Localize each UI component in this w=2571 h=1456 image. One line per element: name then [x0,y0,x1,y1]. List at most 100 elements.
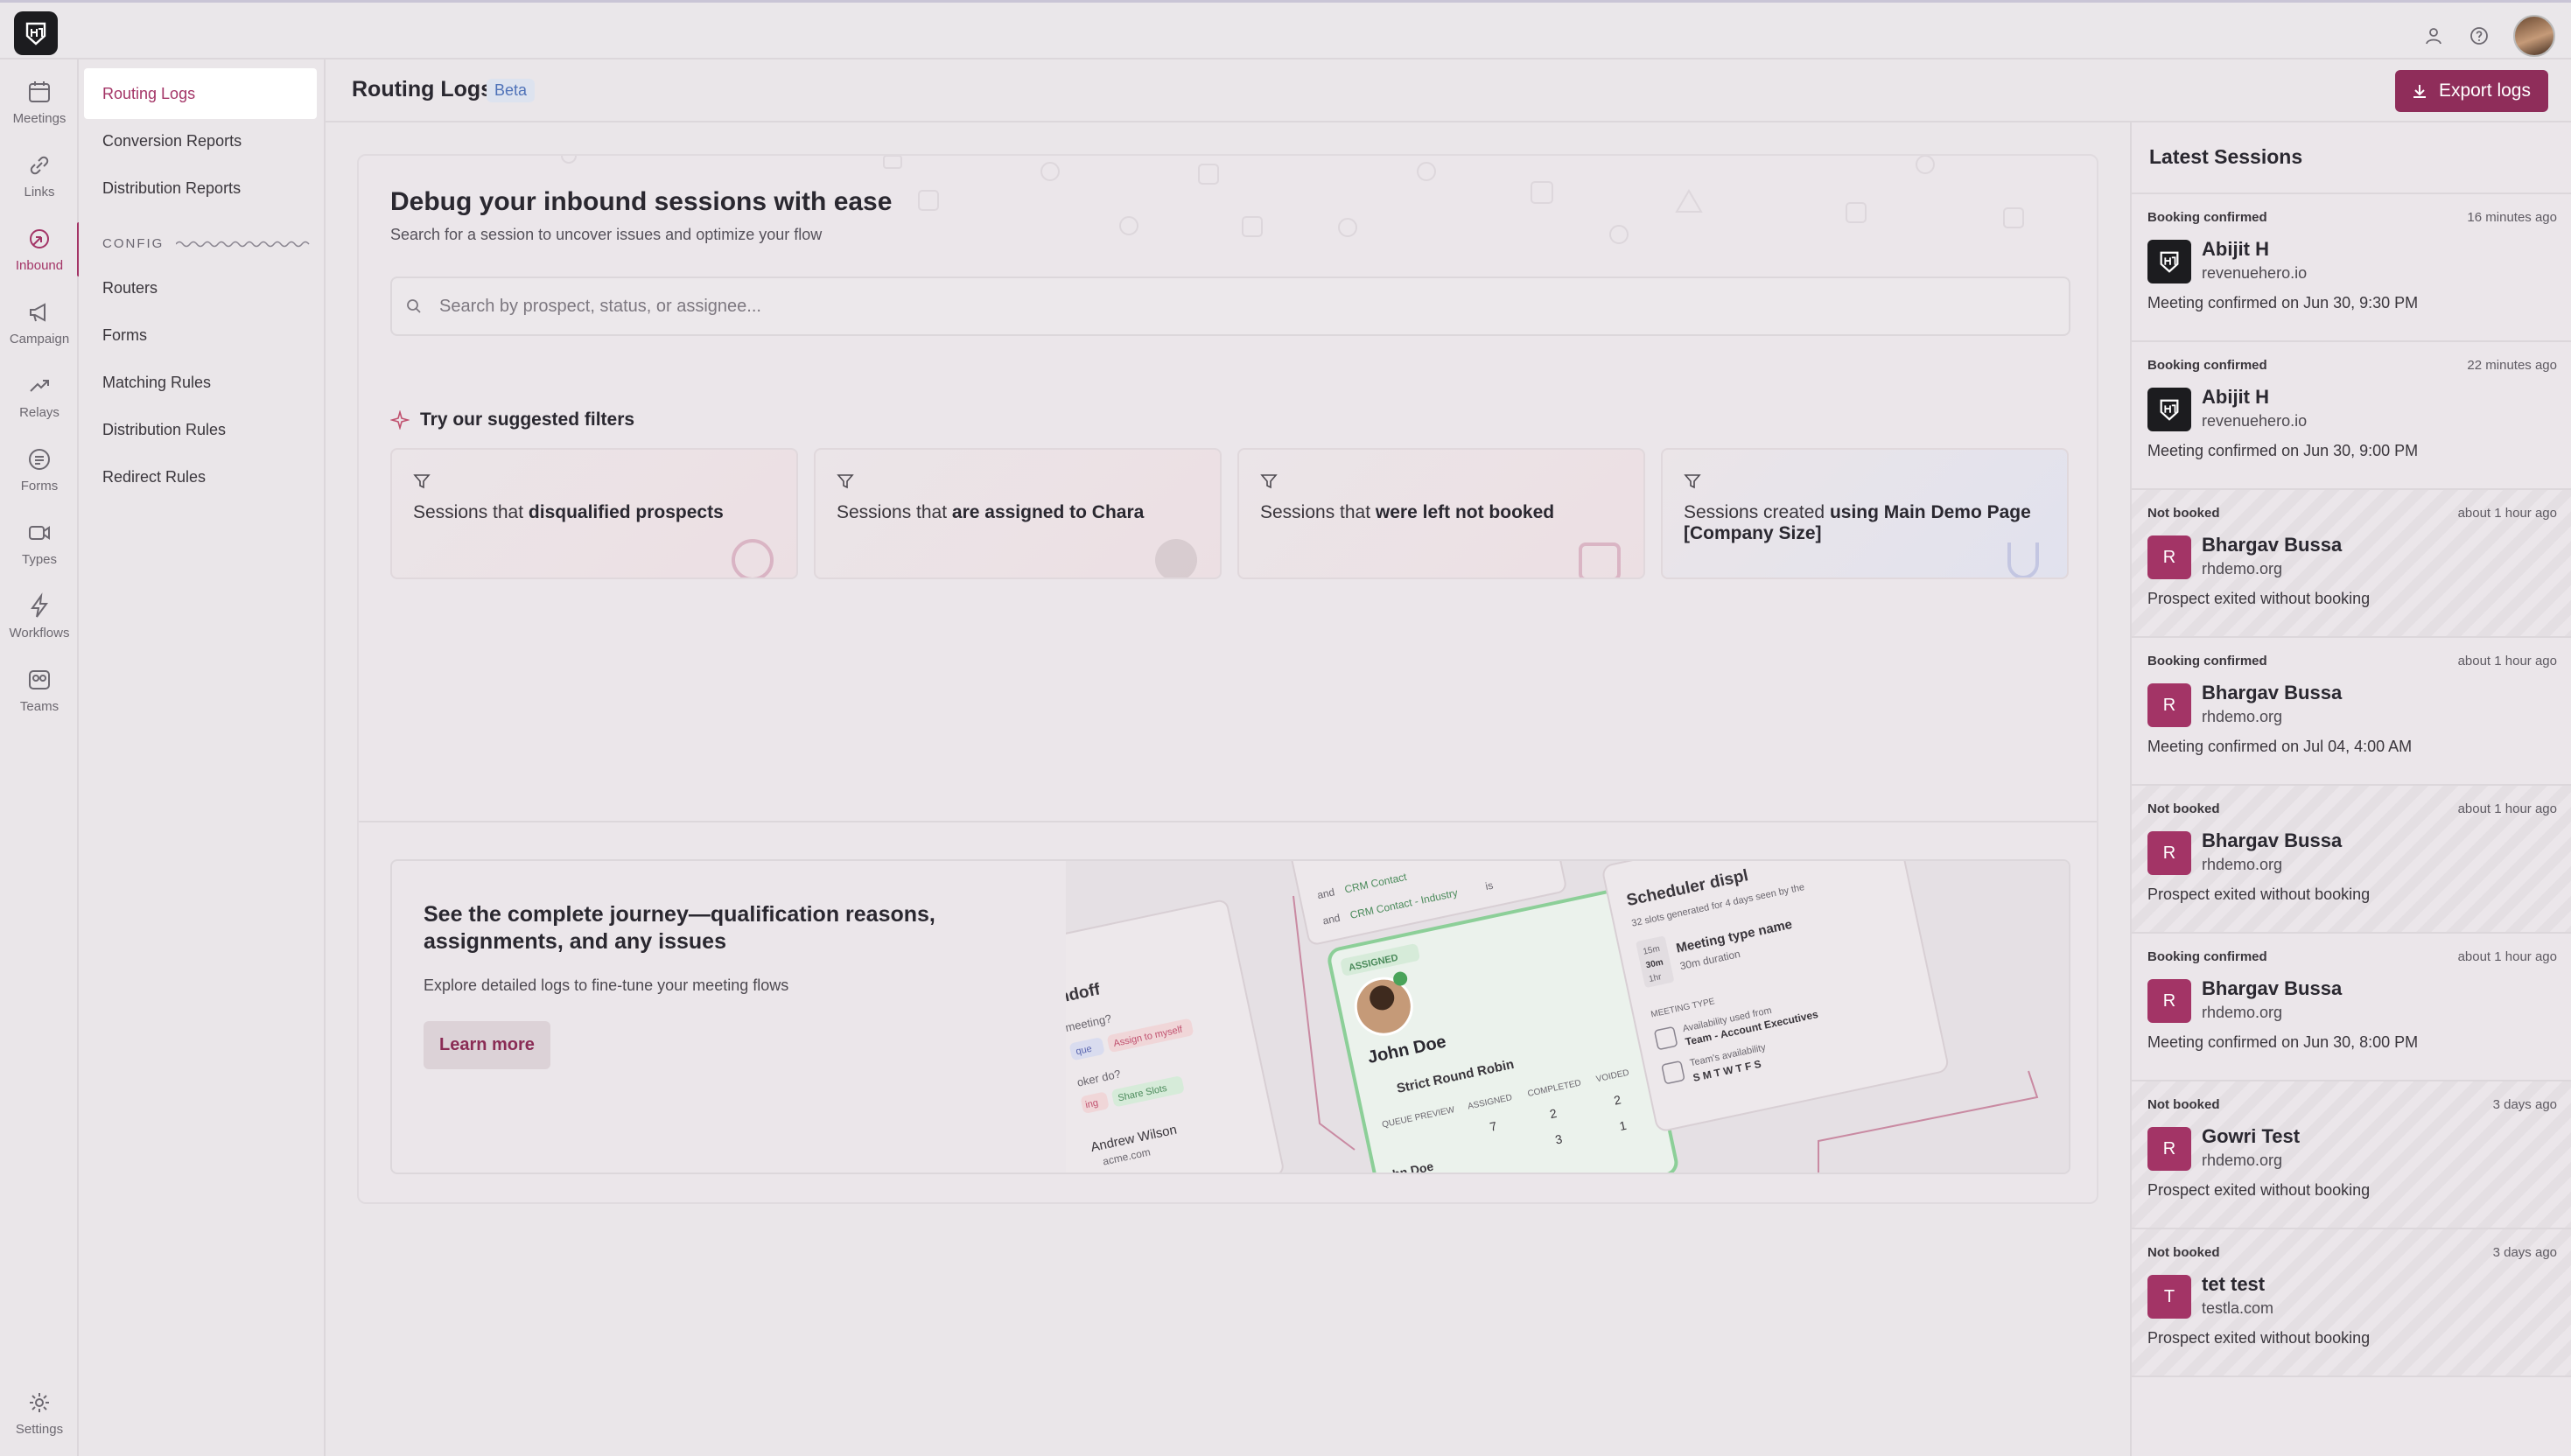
handoff-card: ndoff meeting? que Assign to myself oker… [1066,900,1284,1172]
avatar-initial: T [2163,1286,2175,1306]
filter-card[interactable]: Sessions created using Main Demo Page [C… [1661,448,2069,579]
session-name: Bhargav Bussa [2202,830,2343,851]
filter-card[interactable]: Sessions that are assigned to Chara [814,448,1222,579]
filter-bold: were left not booked [1375,502,1555,522]
revenuehero-logo-icon [2160,251,2179,273]
session-domain: testla.com [2202,1299,2274,1317]
rail-label: Workflows [9,625,70,640]
session-time: about 1 hour ago [2457,654,2557,668]
session-avatar: R [2147,1127,2191,1171]
decorative-icon [2007,542,2039,578]
subnav-item-matching-rules[interactable]: Matching Rules [84,357,317,408]
filter-card[interactable]: Sessions that were left not booked [1237,448,1645,579]
session-description: Prospect exited without booking [2147,886,2371,903]
learn-more-button[interactable]: Learn more [424,1021,550,1069]
user-icon[interactable] [2422,24,2445,47]
session-time: 3 days ago [2492,1245,2557,1260]
filter-icon [837,474,854,489]
beta-badge: Beta [487,79,536,102]
user-avatar[interactable] [2513,15,2555,57]
subnav-item-conversion-reports[interactable]: Conversion Reports [84,116,317,166]
page-title: Routing Logs [352,77,494,102]
rail-label: Inbound [15,257,64,273]
revenuehero-logo-icon [2160,399,2179,421]
config-section-label: CONFIG [102,236,312,251]
rail-label: Relays [19,404,60,420]
session-row[interactable]: Not booked about 1 hour ago R Bhargav Bussa… [2132,786,2571,934]
help-icon[interactable] [2468,24,2490,47]
session-name: Bhargav Bussa [2202,534,2343,556]
rail-item-links[interactable]: Links [0,142,79,208]
session-domain: rhdemo.org [2202,1152,2283,1169]
session-domain: rhdemo.org [2202,560,2283,578]
squiggle-divider-icon [176,241,310,247]
export-logs-label: Export logs [2438,80,2531,101]
session-time: about 1 hour ago [2457,506,2557,521]
rail-item-teams[interactable]: Teams [0,656,79,723]
session-row[interactable]: Not booked 3 days ago R Gowri Test rhdemo.or… [2132,1082,2571,1229]
session-time: about 1 hour ago [2457,949,2557,964]
session-row[interactable]: Booking confirmed about 1 hour ago R Bharga… [2132,934,2571,1082]
session-description: Prospect exited without booking [2147,1181,2371,1199]
promo-title: See the complete journey—qualification r… [424,902,935,954]
subnav-item-redirect-rules[interactable]: Redirect Rules [84,452,317,502]
session-name: Bhargav Bussa [2202,977,2343,999]
session-time: 22 minutes ago [2467,358,2557,373]
filter-prefix: Sessions that [1260,502,1376,522]
subnav-item-distribution-rules[interactable]: Distribution Rules [84,404,317,455]
filter-card[interactable]: Sessions that disqualified prospects [390,448,798,579]
sparkle-icon [390,410,410,430]
session-row[interactable]: Not booked about 1 hour ago R Bhargav Bussa… [2132,490,2571,638]
filter-icon [413,474,431,489]
session-search[interactable] [390,276,2070,336]
session-avatar: R [2147,979,2191,1023]
filter-bold: disqualified prospects [528,502,724,522]
session-row[interactable]: Booking confirmed about 1 hour ago R Bharga… [2132,638,2571,786]
subnav-item-routing-logs[interactable]: Routing Logs [84,68,317,119]
rail-item-workflows[interactable]: Workflows [0,583,79,649]
session-row[interactable]: Booking confirmed 22 minutes ago Abijit Hr… [2132,342,2571,490]
export-logs-button[interactable]: Export logs [2394,70,2548,112]
form-icon [29,448,50,470]
subnav-item-routers[interactable]: Routers [84,262,317,313]
avatar-initial: R [2162,990,2176,1011]
lightning-icon [31,592,48,618]
filter-prefix: Sessions that [837,502,952,522]
session-domain: revenuehero.io [2202,264,2308,282]
session-name: Bhargav Bussa [2202,682,2343,704]
session-name: Abijit H [2202,238,2269,260]
rail-label: Meetings [12,110,67,126]
revenuehero-logo-icon[interactable] [14,11,58,55]
session-row[interactable]: Not booked 3 days ago Ttet test testla.com P… [2132,1229,2571,1377]
calendar-icon [29,80,50,102]
subnav-item-distribution-reports[interactable]: Distribution Reports [84,163,317,214]
session-row[interactable]: Booking confirmed 16 minutes ago Abijit Hr… [2132,194,2571,342]
rail-item-inbound[interactable]: Inbound [0,215,81,282]
promo-text: See the complete journey—qualification r… [392,861,1066,1172]
megaphone-icon [30,302,46,322]
rail-item-campaign[interactable]: Campaign [0,289,79,355]
section-divider [359,821,2097,822]
rail-item-types[interactable]: Types [0,509,79,576]
suggested-filters-title: Try our suggested filters [420,410,635,430]
subnav-item-forms[interactable]: Forms [84,310,317,360]
session-avatar [2147,388,2191,431]
config-label-text: CONFIG [102,236,165,251]
session-domain: rhdemo.org [2202,708,2283,725]
rail-item-relays[interactable]: Relays [0,362,79,429]
hero-card: Debug your inbound sessions with ease Se… [357,154,2098,1204]
rail-item-settings[interactable]: Settings [0,1379,79,1446]
rail-label: Types [21,551,58,567]
page-header: Routing Logs Beta Export logs [326,60,2571,122]
hero-title: Debug your inbound sessions with ease [390,187,893,216]
session-description: Meeting confirmed on Jun 30, 9:00 PM [2147,442,2419,459]
secondary-nav: Routing Logs Conversion Reports Distribu… [79,60,326,1456]
session-avatar: R [2147,536,2191,579]
session-domain: rhdemo.org [2202,1004,2283,1021]
search-input[interactable] [439,296,2014,317]
rail-item-meetings[interactable]: Meetings [0,68,79,135]
avatar-initial: R [2162,547,2176,567]
rail-item-forms[interactable]: Forms [0,436,79,502]
top-bar [0,0,2571,60]
session-avatar: T [2147,1275,2191,1319]
